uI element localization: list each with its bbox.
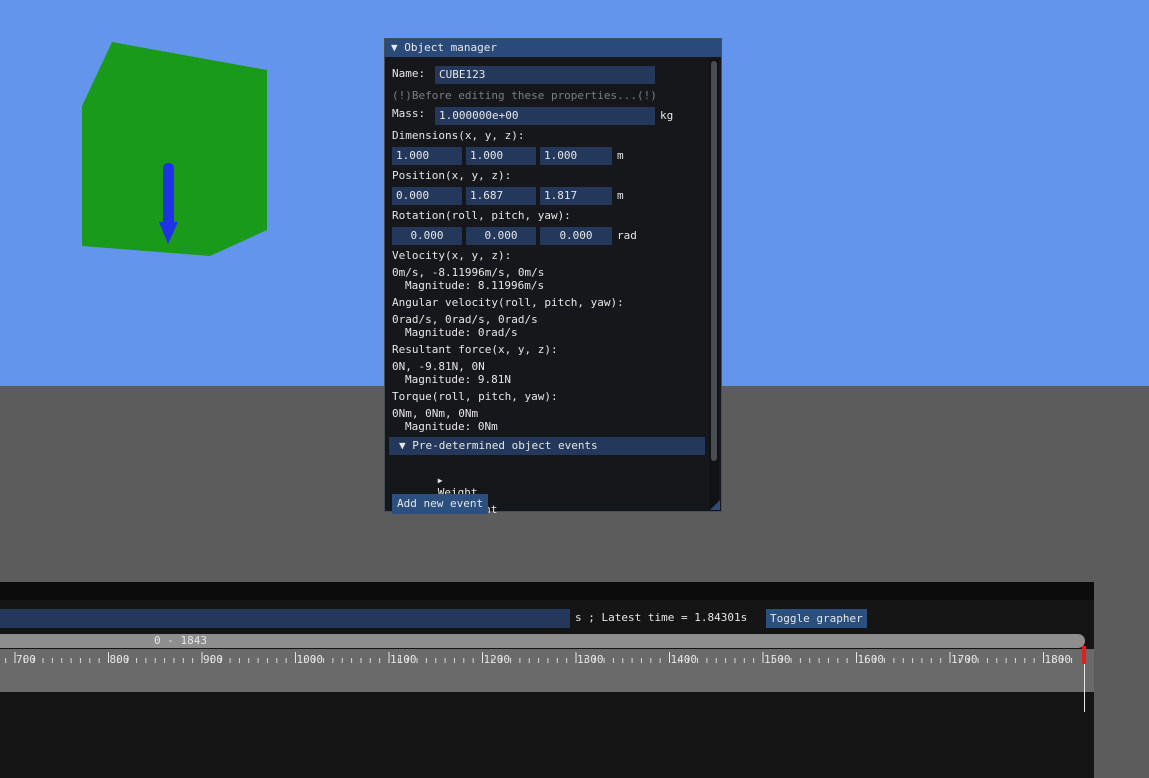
edit-warning: (!)Before editing these properties...(!)	[392, 89, 657, 102]
object-manager-titlebar[interactable]: ▼ Object manager	[385, 39, 721, 57]
resultant-force-label: Resultant force(x, y, z):	[392, 343, 558, 356]
mass-input[interactable]: 1.000000e+00	[435, 107, 655, 125]
name-input[interactable]: CUBE123	[435, 66, 655, 84]
add-new-event-button[interactable]: Add new event	[392, 494, 489, 514]
tick-label: 1700	[951, 653, 978, 666]
velocity-value: 0m/s, -8.11996m/s, 0m/s	[392, 266, 545, 279]
position-label: Position(x, y, z):	[392, 169, 512, 182]
torque-magnitude: Magnitude: 0Nm	[405, 420, 498, 433]
collapse-arrow-icon[interactable]: ▼	[399, 439, 406, 452]
window-title: Object manager	[404, 41, 497, 54]
dimensions-unit: m	[617, 149, 624, 162]
dimensions-label: Dimensions(x, y, z):	[392, 129, 525, 142]
resultant-force-magnitude: Magnitude: 9.81N	[405, 373, 511, 386]
angular-velocity-magnitude: Magnitude: 0rad/s	[405, 326, 518, 339]
rotation-yaw-input[interactable]: 0.000	[540, 227, 612, 245]
ruler-ticks	[5, 652, 1073, 663]
tick-label: 1800	[1044, 653, 1072, 666]
torque-value: 0Nm, 0Nm, 0Nm	[392, 407, 479, 420]
tick-label: 1600	[857, 653, 885, 666]
latest-time-text: s ; Latest time = 1.84301s	[575, 611, 748, 624]
tick-label: 900	[203, 653, 223, 666]
tick-label: 1400	[670, 653, 698, 666]
velocity-magnitude: Magnitude: 8.11996m/s	[405, 279, 545, 292]
rotation-pitch-input[interactable]: 0.000	[466, 227, 536, 245]
position-x-input[interactable]: 0.000	[392, 187, 462, 205]
rotation-label: Rotation(roll, pitch, yaw):	[392, 209, 571, 222]
mass-unit: kg	[660, 109, 674, 122]
mass-label: Mass:	[392, 107, 426, 120]
toggle-grapher-button[interactable]: Toggle grapher	[766, 609, 867, 628]
dimension-x-input[interactable]: 1.000	[392, 147, 462, 165]
time-ruler[interactable]: 700 800 900 1000 1100 1200 1300 1400 1500 1600 170…	[0, 646, 1094, 712]
tick-label: 1300	[577, 653, 604, 666]
timeline-panel: s ; Latest time = 1.84301s Toggle graphe…	[0, 582, 1094, 778]
position-unit: m	[617, 189, 624, 202]
time-input[interactable]	[0, 609, 570, 628]
resize-grip-icon[interactable]	[710, 500, 720, 510]
scrollbar-thumb[interactable]	[711, 61, 717, 461]
velocity-label: Velocity(x, y, z):	[392, 249, 512, 262]
name-label: Name:	[392, 67, 426, 80]
collapse-arrow-icon[interactable]: ▼	[391, 41, 398, 54]
events-header-label: Pre-determined object events	[412, 439, 598, 452]
tick-label: 1200	[483, 653, 511, 666]
torque-label: Torque(roll, pitch, yaw):	[392, 390, 558, 403]
rotation-roll-input[interactable]: 0.000	[392, 227, 462, 245]
tick-label: 1500	[764, 653, 791, 666]
tick-label: 1100	[390, 653, 417, 666]
dimension-z-input[interactable]: 1.000	[540, 147, 612, 165]
position-z-input[interactable]: 1.817	[540, 187, 612, 205]
timeline-titlebar[interactable]	[0, 582, 1094, 600]
dimension-y-input[interactable]: 1.000	[466, 147, 536, 165]
object-manager-window[interactable]: ▼ Object manager Name: CUBE123 (!)Before…	[384, 38, 722, 516]
position-y-input[interactable]: 1.687	[466, 187, 536, 205]
events-collapsing-header[interactable]: ▼ Pre-determined object events	[389, 437, 705, 455]
time-range-label: 0 - 1843	[154, 634, 207, 647]
angular-velocity-value: 0rad/s, 0rad/s, 0rad/s	[392, 313, 538, 326]
time-cursor-marker[interactable]	[1082, 646, 1086, 664]
vertical-scrollbar[interactable]	[709, 59, 719, 511]
resultant-force-value: 0N, -9.81N, 0N	[392, 360, 485, 373]
tick-label: 1000	[296, 653, 324, 666]
tick-label: 800	[109, 653, 130, 666]
angular-velocity-label: Angular velocity(roll, pitch, yaw):	[392, 296, 624, 309]
tick-label: 700	[16, 653, 36, 666]
rotation-unit: rad	[617, 229, 637, 242]
